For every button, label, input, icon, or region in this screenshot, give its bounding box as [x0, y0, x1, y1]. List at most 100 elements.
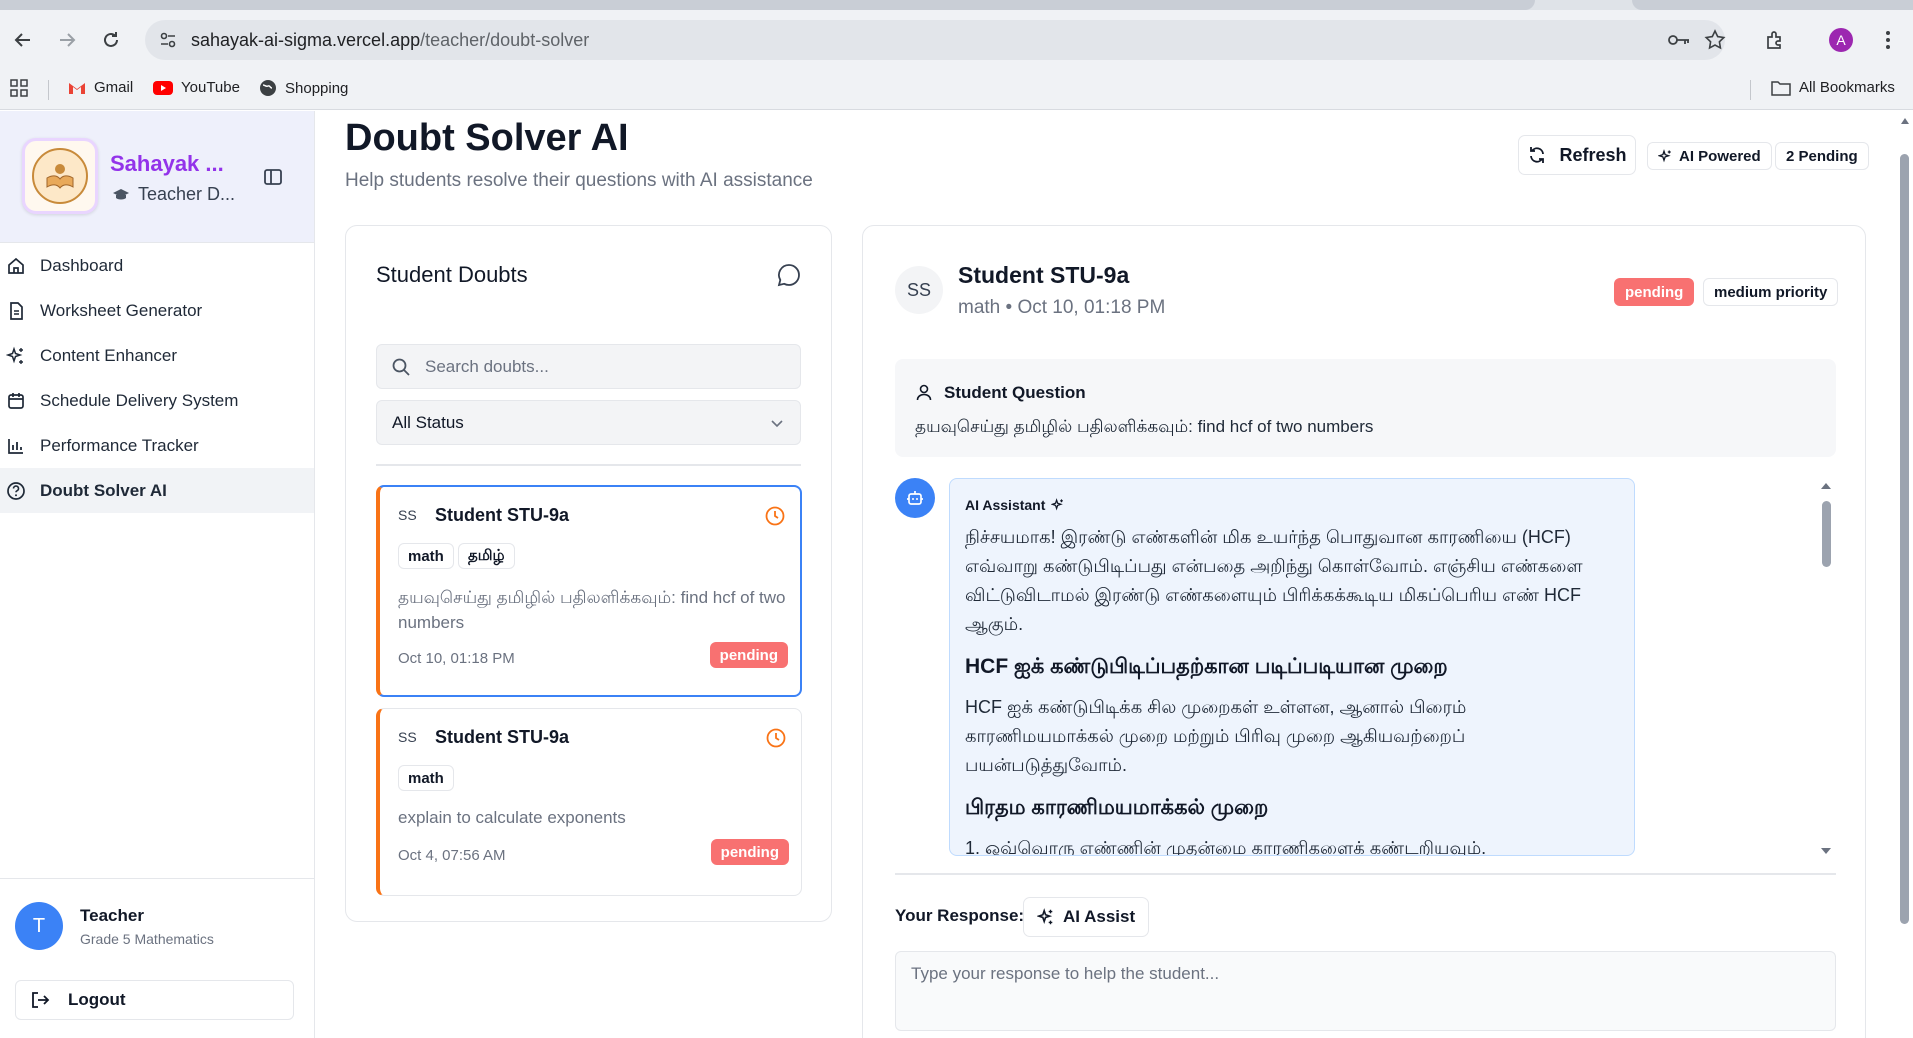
doubt-meta: math • Oct 10, 01:18 PM	[958, 297, 1166, 318]
refresh-icon	[1530, 147, 1545, 163]
inactive-tab[interactable]	[1632, 0, 1913, 10]
ai-powered-badge: AI Powered	[1647, 142, 1772, 170]
scroll-down-icon[interactable]	[1820, 846, 1832, 856]
chevron-down-icon	[771, 420, 783, 428]
doubt-date: Oct 4, 07:56 AM	[398, 847, 506, 864]
bookmark-youtube[interactable]: YouTube	[153, 79, 240, 96]
ai-assistant-label: AI Assistant	[965, 497, 1065, 513]
forward-icon[interactable]	[52, 25, 82, 55]
status-badge: pending	[710, 839, 789, 865]
brand-subtitle: Teacher D...	[112, 184, 235, 205]
bookmark-divider	[48, 80, 49, 100]
refresh-button[interactable]: Refresh	[1518, 135, 1636, 175]
sparkles-icon	[1051, 498, 1064, 511]
doubt-text: explain to calculate exponents	[398, 808, 626, 827]
sidebar-item-dashboard[interactable]: Dashboard	[0, 243, 314, 288]
bookmark-gmail[interactable]: Gmail	[68, 79, 133, 96]
status-badge: pending	[709, 642, 788, 668]
student-name: Student STU-9a	[435, 505, 570, 525]
clock-icon	[766, 728, 786, 748]
search-field	[376, 344, 801, 389]
bookmark-divider	[1750, 80, 1751, 100]
bookmark-shopping[interactable]: Shopping	[259, 79, 348, 97]
extensions-icon[interactable]	[1760, 25, 1790, 55]
scroll-thumb[interactable]	[1822, 501, 1831, 567]
scroll-thumb[interactable]	[1900, 154, 1909, 924]
scroll-up-icon[interactable]	[1820, 481, 1832, 491]
apps-grid-icon[interactable]	[10, 79, 28, 97]
doubt-text: தயவுசெய்து தமிழில் பதிலளிக்கவும்: find h…	[398, 588, 786, 632]
youtube-icon	[153, 80, 173, 95]
status-filter-select[interactable]: All Status	[376, 400, 801, 445]
subject-tag: math	[398, 543, 454, 569]
scroll-up-icon[interactable]	[1900, 117, 1910, 125]
response-label: Your Response:	[895, 906, 1025, 925]
ai-scrollbar[interactable]	[1818, 481, 1832, 859]
ai-heading: பிரதம காரணிமயமாக்கல் முறை	[965, 796, 1269, 819]
back-icon[interactable]	[8, 25, 38, 55]
avatar: SS	[895, 266, 943, 314]
sidebar-item-performance-tracker[interactable]: Performance Tracker	[0, 423, 314, 468]
bar-chart-icon	[8, 438, 23, 454]
user-icon	[916, 384, 932, 401]
logout-icon	[32, 992, 50, 1008]
sidebar-item-worksheet-generator[interactable]: Worksheet Generator	[0, 288, 314, 333]
student-question-box: Student Question தயவுசெய்து தமிழில் பதில…	[895, 359, 1836, 457]
sparkles-icon	[1037, 908, 1053, 925]
graduation-cap-icon	[113, 188, 129, 199]
app-logo	[22, 138, 98, 214]
page-scrollbar[interactable]	[1897, 111, 1913, 1038]
search-icon	[392, 358, 410, 376]
doubt-date: Oct 10, 01:18 PM	[398, 650, 515, 667]
student-name: Student STU-9a	[958, 262, 1130, 288]
reload-icon[interactable]	[96, 25, 126, 55]
message-circle-icon	[776, 262, 802, 293]
bookmark-star-icon[interactable]	[1704, 29, 1726, 51]
ai-response-box: AI Assistant நிச்சயமாக! இரண்டு எண்களின் …	[949, 478, 1635, 856]
document-icon	[10, 301, 23, 320]
active-tab[interactable]	[0, 0, 1535, 10]
bot-icon	[895, 478, 935, 518]
student-initials: SS	[398, 729, 417, 745]
calendar-icon	[8, 392, 24, 409]
clock-icon	[765, 506, 785, 526]
sidebar-toggle-icon[interactable]	[262, 166, 284, 188]
sidebar-item-doubt-solver[interactable]: Doubt Solver AI	[0, 468, 314, 513]
profile-avatar[interactable]: A	[1826, 25, 1856, 55]
sidebar-nav: Dashboard Worksheet Generator Content En…	[0, 243, 314, 513]
status-badge: pending	[1614, 278, 1695, 306]
doubt-list-item[interactable]: SS Student STU-9a math explain to calcul…	[376, 708, 802, 896]
question-text: தயவுசெய்து தமிழில் பதிலளிக்கவும்: find h…	[915, 417, 1374, 436]
ai-paragraph: HCF ஐக் கண்டுபிடிக்க சில முறைகள் உள்ளன, …	[965, 697, 1467, 775]
panel-title: Student Doubts	[376, 262, 528, 287]
page-title: Doubt Solver AI	[345, 117, 629, 159]
logout-button[interactable]: Logout	[15, 980, 294, 1020]
bookmarks-bar: Gmail YouTube Shopping All Bookmarks	[0, 68, 1913, 110]
subject-tag: math	[398, 765, 454, 791]
response-textarea[interactable]	[895, 951, 1836, 1031]
sidebar-item-content-enhancer[interactable]: Content Enhancer	[0, 333, 314, 378]
search-input[interactable]	[425, 353, 785, 381]
browser-toolbar: sahayak-ai-sigma.vercel.app/teacher/doub…	[0, 10, 1913, 68]
browser-menu-icon[interactable]	[1873, 25, 1903, 55]
globe-icon	[260, 80, 276, 96]
brand-header: Sahayak ... Teacher D...	[0, 111, 314, 243]
address-bar[interactable]: sahayak-ai-sigma.vercel.app/teacher/doub…	[145, 20, 1726, 60]
student-doubts-panel: Student Doubts All Status SS Student STU…	[345, 225, 832, 922]
home-icon	[8, 257, 24, 274]
ai-heading: HCF ஐக் கண்டுபிடிப்பதற்கான படிப்படியான ம…	[965, 655, 1448, 678]
sidebar-item-schedule-delivery[interactable]: Schedule Delivery System	[0, 378, 314, 423]
password-key-icon[interactable]	[1667, 31, 1691, 49]
book-logo-icon	[46, 164, 74, 189]
divider	[895, 873, 1836, 875]
sparkles-icon	[1658, 148, 1671, 162]
language-tag: தமிழ்	[458, 543, 515, 569]
doubt-list-item[interactable]: SS Student STU-9a math தமிழ் தயவுசெய்து …	[376, 485, 802, 697]
question-label: Student Question	[944, 383, 1086, 402]
pending-count-badge: 2 Pending	[1775, 142, 1869, 170]
user-profile: T Teacher Grade 5 Mathematics Logout	[0, 878, 314, 1038]
sidebar: Sahayak ... Teacher D... Dashboard Works…	[0, 111, 315, 1038]
all-bookmarks[interactable]: All Bookmarks	[1771, 79, 1895, 96]
ai-assist-button[interactable]: AI Assist	[1023, 897, 1150, 937]
site-info-icon[interactable]	[159, 31, 177, 49]
